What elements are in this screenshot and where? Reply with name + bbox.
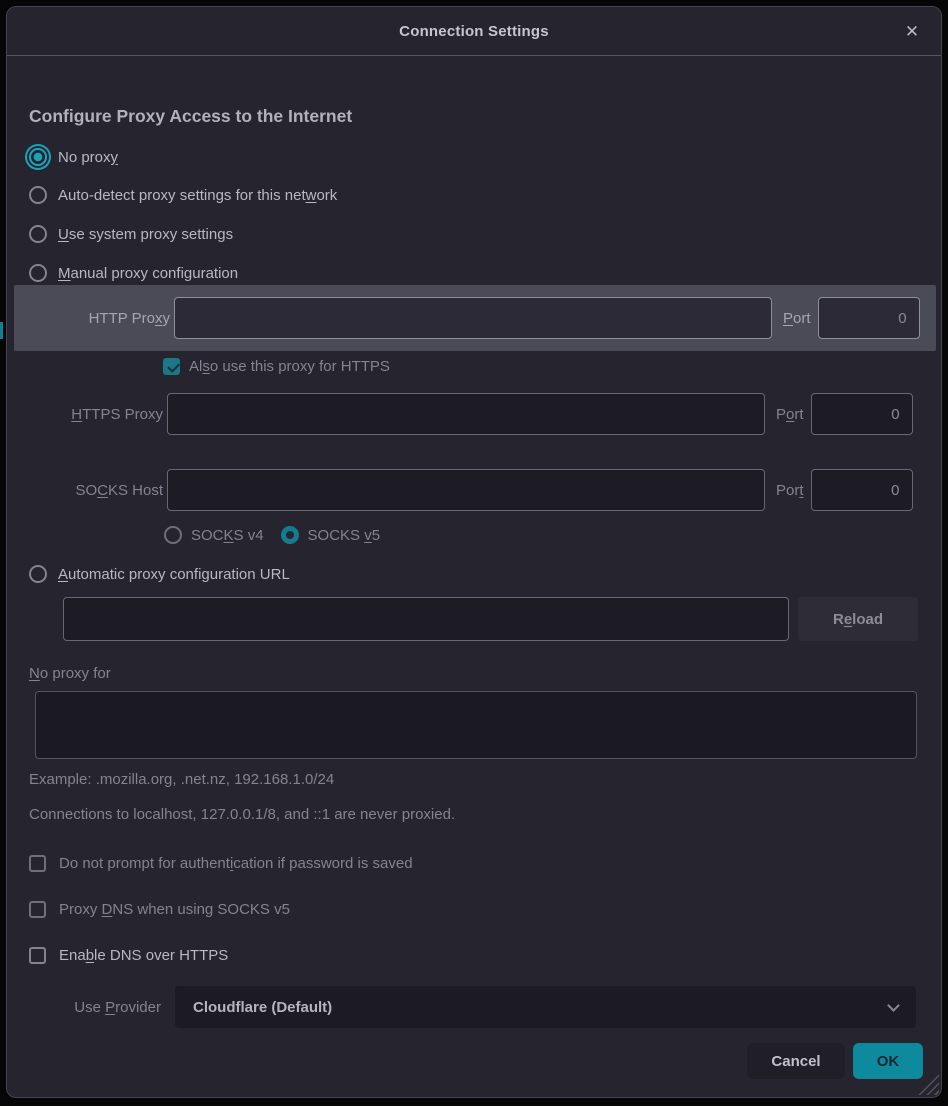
proxy-dns-label: Proxy DNS when using SOCKS v5 <box>59 901 290 918</box>
https-proxy-label: HTTPS Proxy <box>47 406 163 423</box>
ok-button[interactable]: OK <box>853 1043 923 1079</box>
https-port-input[interactable] <box>811 393 913 435</box>
checkbox-enable-doh[interactable] <box>29 947 46 964</box>
no-prompt-auth-row: Do not prompt for authentication if pass… <box>29 849 413 877</box>
http-proxy-input[interactable] <box>174 297 772 339</box>
radio-use-system-label: Use system proxy settings <box>58 226 233 243</box>
socks-port-input[interactable] <box>811 469 913 511</box>
checkbox-no-prompt-auth[interactable] <box>29 855 46 872</box>
also-https-label: Also use this proxy for HTTPS <box>189 358 390 375</box>
http-port-label: Port <box>783 310 811 327</box>
radio-row-use-system: Use system proxy settings <box>29 220 233 248</box>
socks-host-input[interactable] <box>167 469 765 511</box>
use-provider-label: Use Provider <box>57 986 161 1028</box>
radio-row-no-proxy: No proxy <box>29 143 118 171</box>
checkbox-also-https[interactable] <box>163 358 180 375</box>
https-proxy-input[interactable] <box>167 393 765 435</box>
dialog-title: Connection Settings <box>399 23 549 40</box>
radio-no-proxy-label: No proxy <box>58 149 118 166</box>
radio-auto-url[interactable] <box>29 565 47 583</box>
checkbox-proxy-dns[interactable] <box>29 901 46 918</box>
close-icon[interactable]: ✕ <box>897 7 927 56</box>
localhost-note-text: Connections to localhost, 127.0.0.1/8, a… <box>29 802 455 826</box>
radio-row-auto-url: Automatic proxy configuration URL <box>29 560 290 588</box>
http-proxy-row: HTTP Proxy Port <box>14 285 936 351</box>
enable-doh-label: Enable DNS over HTTPS <box>59 947 228 964</box>
https-proxy-row: HTTPS Proxy Port <box>47 392 913 436</box>
https-port-label: Port <box>776 406 804 423</box>
radio-row-auto-detect: Auto-detect proxy settings for this netw… <box>29 181 337 209</box>
no-proxy-example-text: Example: .mozilla.org, .net.nz, 192.168.… <box>29 767 334 791</box>
auto-url-input[interactable] <box>63 597 789 641</box>
socks-host-label: SOCKS Host <box>47 482 163 499</box>
chevron-down-icon <box>887 999 900 1012</box>
socks-host-row: SOCKS Host Port <box>47 468 913 512</box>
no-proxy-for-label: No proxy for <box>29 659 111 687</box>
radio-socks-v4[interactable] <box>164 526 182 544</box>
page-title: Configure Proxy Access to the Internet <box>29 106 352 130</box>
http-port-input[interactable] <box>818 297 920 339</box>
socks-port-label: Port <box>776 482 804 499</box>
no-prompt-auth-label: Do not prompt for authentication if pass… <box>59 855 413 872</box>
enable-doh-row: Enable DNS over HTTPS <box>29 941 228 969</box>
proxy-dns-row: Proxy DNS when using SOCKS v5 <box>29 895 290 923</box>
cancel-button[interactable]: Cancel <box>747 1043 845 1079</box>
no-proxy-for-textarea[interactable] <box>35 691 917 759</box>
radio-row-manual: Manual proxy configuration <box>29 259 238 287</box>
radio-auto-detect[interactable] <box>29 186 47 204</box>
radio-manual-label: Manual proxy configuration <box>58 265 238 282</box>
radio-no-proxy[interactable] <box>29 148 47 166</box>
radio-auto-url-label: Automatic proxy configuration URL <box>58 566 290 583</box>
doh-provider-value: Cloudflare (Default) <box>193 999 332 1016</box>
radio-manual[interactable] <box>29 264 47 282</box>
radio-socks-v4-label: SOCKS v4 <box>191 527 264 544</box>
connection-settings-dialog: Connection Settings ✕ Configure Proxy Ac… <box>6 6 942 1098</box>
also-https-row: Also use this proxy for HTTPS <box>163 352 390 380</box>
socks-version-row: SOCKS v4 SOCKS v5 <box>164 521 380 549</box>
screen-edge-artifact <box>0 322 3 339</box>
reload-button[interactable]: Reload <box>798 597 918 641</box>
dialog-titlebar: Connection Settings ✕ <box>7 7 941 56</box>
radio-auto-detect-label: Auto-detect proxy settings for this netw… <box>58 187 337 204</box>
radio-socks-v5[interactable] <box>281 526 299 544</box>
http-proxy-label: HTTP Proxy <box>54 310 170 327</box>
auto-url-row: Reload <box>63 597 918 641</box>
radio-use-system[interactable] <box>29 225 47 243</box>
radio-socks-v5-label: SOCKS v5 <box>308 527 381 544</box>
doh-provider-select[interactable]: Cloudflare (Default) <box>175 986 916 1028</box>
